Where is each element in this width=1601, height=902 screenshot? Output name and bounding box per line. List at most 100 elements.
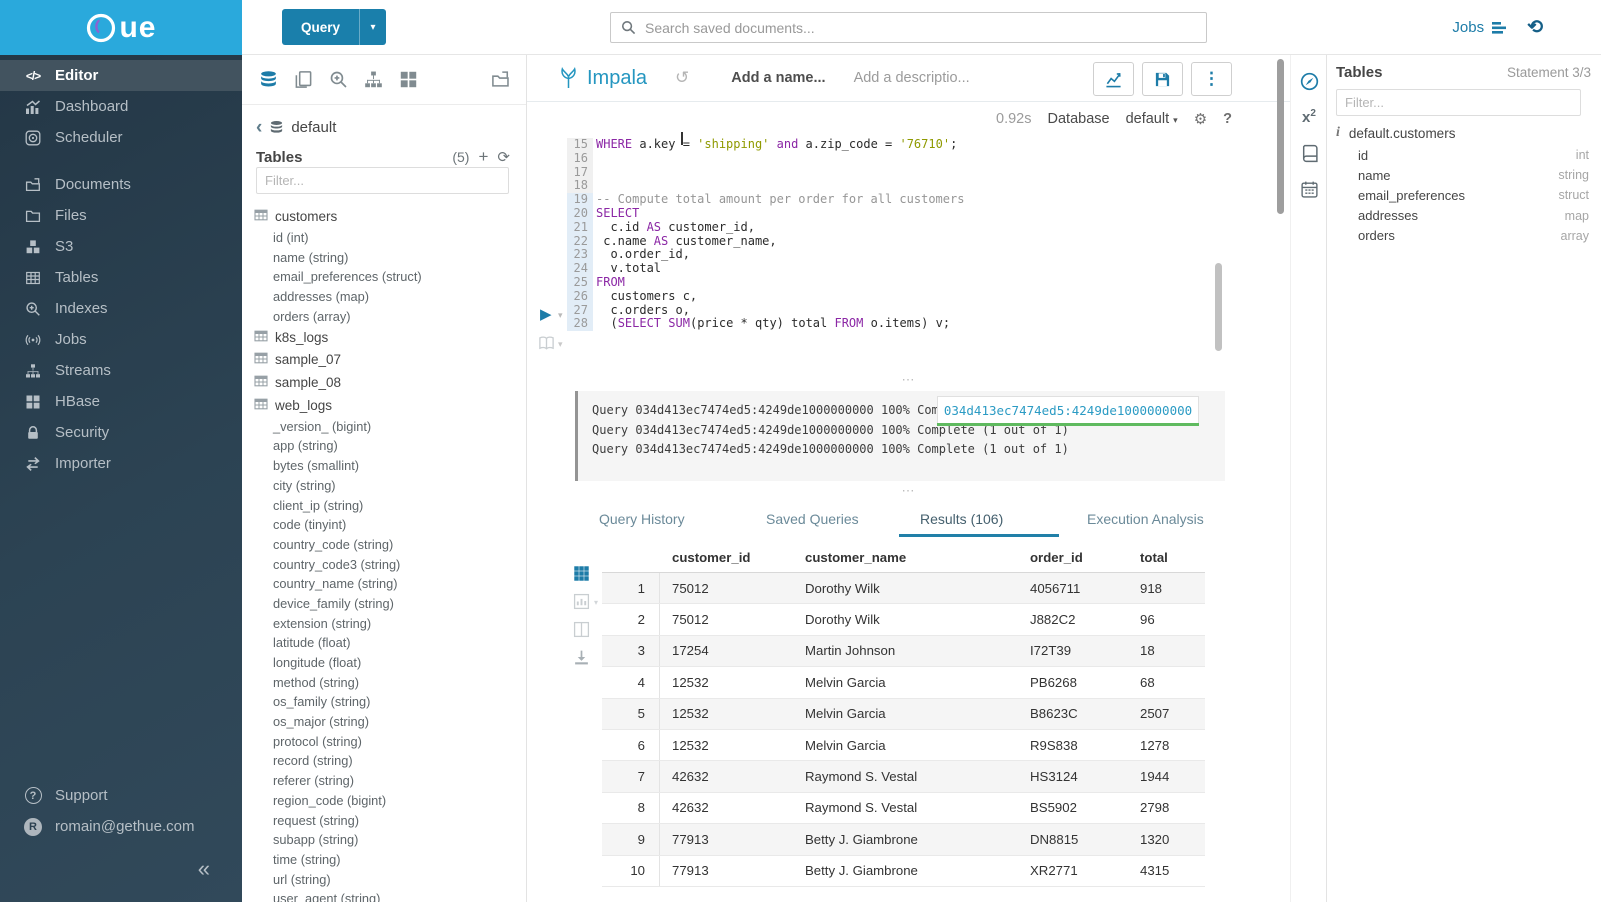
execute-options-caret[interactable]: ▾ — [558, 310, 563, 321]
right-column-item[interactable]: ordersarray — [1327, 226, 1601, 246]
sidebar-item-s3[interactable]: S3 — [0, 231, 242, 262]
sidebar-item-user[interactable]: R romain@gethue.com — [0, 811, 242, 842]
chart-type-caret[interactable]: ▾ — [594, 598, 598, 607]
download-button[interactable] — [573, 649, 597, 667]
add-table-icon[interactable]: + — [478, 147, 488, 167]
table-row[interactable]: 842632Raymond S. VestalBS59022798 — [602, 793, 1205, 824]
table-item[interactable]: sample_08 — [242, 371, 526, 394]
sidebar-item-streams[interactable]: Streams — [0, 355, 242, 386]
table-item[interactable]: k8s_logs — [242, 326, 526, 349]
sidebar-item-importer[interactable]: Importer — [0, 448, 242, 479]
table-row[interactable]: 1077913Betty J. GiambroneXR27714315 — [602, 856, 1205, 887]
sidebar-item-hbase[interactable]: HBase — [0, 386, 242, 417]
presentation-mode-icon[interactable] — [538, 335, 555, 357]
schedule-tab[interactable] — [1291, 171, 1327, 207]
column-item[interactable]: id (int) — [242, 228, 526, 248]
column-item[interactable]: bytes (smallint) — [242, 456, 526, 476]
sidebar-item-security[interactable]: Security — [0, 417, 242, 448]
execute-button[interactable]: ▶ — [540, 305, 552, 323]
apps-icon[interactable] — [398, 70, 418, 90]
hue-logo[interactable]: ue — [0, 0, 242, 55]
column-item[interactable]: latitude (float) — [242, 633, 526, 653]
column-item[interactable]: orders (array) — [242, 306, 526, 326]
column-item[interactable]: longitude (float) — [242, 653, 526, 673]
more-actions-button[interactable]: ⋮ — [1191, 62, 1232, 96]
column-item[interactable]: email_preferences (struct) — [242, 267, 526, 287]
table-row[interactable]: 275012Dorothy WilkJ882C296 — [602, 604, 1205, 635]
column-item[interactable]: referer (string) — [242, 771, 526, 791]
table-row[interactable]: 317254Martin JohnsonI72T3918 — [602, 636, 1205, 667]
column-item[interactable]: os_major (string) — [242, 712, 526, 732]
query-dropdown-caret[interactable]: ▾ — [359, 9, 386, 45]
assistant-tab[interactable] — [1291, 63, 1327, 99]
column-header-customer_name[interactable]: customer_name — [805, 550, 1030, 565]
column-item[interactable]: addresses (map) — [242, 287, 526, 307]
language-reference-tab[interactable] — [1291, 135, 1327, 171]
table-item[interactable]: customers — [242, 205, 526, 228]
zoom-icon[interactable] — [328, 70, 348, 90]
right-column-item[interactable]: email_preferencesstruct — [1327, 185, 1601, 205]
table-row[interactable]: 512532Melvin GarciaB8623C2507 — [602, 699, 1205, 730]
sidebar-item-jobs[interactable]: Jobs — [0, 324, 242, 355]
table-row[interactable]: 412532Melvin GarciaPB626868 — [602, 667, 1205, 698]
table-row[interactable]: 175012Dorothy Wilk4056711918 — [602, 573, 1205, 604]
right-column-item[interactable]: idint — [1327, 145, 1601, 165]
column-item[interactable]: time (string) — [242, 850, 526, 870]
column-item[interactable]: request (string) — [242, 810, 526, 830]
info-icon[interactable]: i — [1336, 125, 1340, 141]
column-item[interactable]: device_family (string) — [242, 594, 526, 614]
right-filter-input[interactable] — [1336, 89, 1581, 116]
column-item[interactable]: app (string) — [242, 436, 526, 456]
query-name-field[interactable]: Add a name... — [731, 70, 825, 86]
code-scrollbar[interactable] — [1215, 263, 1222, 351]
save-button[interactable] — [1142, 62, 1183, 96]
column-item[interactable]: subapp (string) — [242, 830, 526, 850]
copy-documents-icon[interactable] — [293, 70, 313, 90]
tab-query-history[interactable]: Query History — [599, 511, 685, 527]
breadcrumb-database[interactable]: default — [291, 119, 336, 136]
editor-history-icon[interactable]: ↺ — [675, 68, 689, 88]
database-dropdown[interactable]: default ▾ — [1126, 111, 1178, 127]
column-item[interactable]: user_agent (string) — [242, 889, 526, 902]
column-item[interactable]: country_code (string) — [242, 535, 526, 555]
sidebar-item-indexes[interactable]: Indexes — [0, 293, 242, 324]
jobs-link[interactable]: Jobs — [1452, 19, 1507, 36]
tab-results-106-[interactable]: Results (106) — [920, 511, 1003, 527]
column-item[interactable]: _version_ (bigint) — [242, 416, 526, 436]
resize-handle-top[interactable]: ⋯ — [527, 376, 1290, 384]
columns-view-button[interactable] — [573, 621, 597, 639]
grid-view-button[interactable] — [573, 565, 597, 583]
column-header-total[interactable]: total — [1140, 550, 1205, 565]
code-editor[interactable]: 15WHERE a.key = 'shipping' and a.zip_cod… — [567, 138, 1227, 331]
resize-handle-bottom[interactable]: ⋯ — [527, 487, 1290, 495]
refresh-icon[interactable]: ⟳ — [497, 148, 510, 166]
sidebar-item-support[interactable]: ? Support — [0, 780, 242, 811]
column-item[interactable]: method (string) — [242, 672, 526, 692]
table-item[interactable]: web_logs — [242, 394, 526, 417]
table-row[interactable]: 612532Melvin GarciaR9S8381278 — [602, 730, 1205, 761]
column-item[interactable]: protocol (string) — [242, 731, 526, 751]
query-button[interactable]: Query ▾ — [282, 9, 386, 45]
table-row[interactable]: 742632Raymond S. VestalHS31241944 — [602, 761, 1205, 792]
column-item[interactable]: client_ip (string) — [242, 495, 526, 515]
help-icon[interactable]: ? — [1223, 111, 1232, 127]
shared-documents-icon[interactable] — [490, 70, 510, 90]
column-item[interactable]: code (tinyint) — [242, 515, 526, 535]
chart-view-button[interactable]: ▾ — [573, 593, 597, 611]
sidebar-item-files[interactable]: Files — [0, 200, 242, 231]
column-item[interactable]: os_family (string) — [242, 692, 526, 712]
chart-button[interactable] — [1093, 62, 1134, 96]
sidebar-item-documents[interactable]: Documents — [0, 169, 242, 200]
right-column-item[interactable]: addressesmap — [1327, 206, 1601, 226]
job-id-link[interactable]: 034d413ec7474ed5:4249de1000000000 — [937, 396, 1199, 424]
functions-tab[interactable]: x2 — [1291, 99, 1327, 135]
engine-selector[interactable]: Impala — [559, 67, 647, 90]
tab-saved-queries[interactable]: Saved Queries — [766, 511, 859, 527]
column-item[interactable]: url (string) — [242, 869, 526, 889]
sidebar-item-scheduler[interactable]: Scheduler — [0, 122, 242, 153]
column-header-order_id[interactable]: order_id — [1030, 550, 1140, 565]
search-input[interactable] — [645, 20, 1196, 36]
column-item[interactable]: country_code3 (string) — [242, 554, 526, 574]
column-item[interactable]: record (string) — [242, 751, 526, 771]
search-box[interactable] — [610, 12, 1207, 43]
